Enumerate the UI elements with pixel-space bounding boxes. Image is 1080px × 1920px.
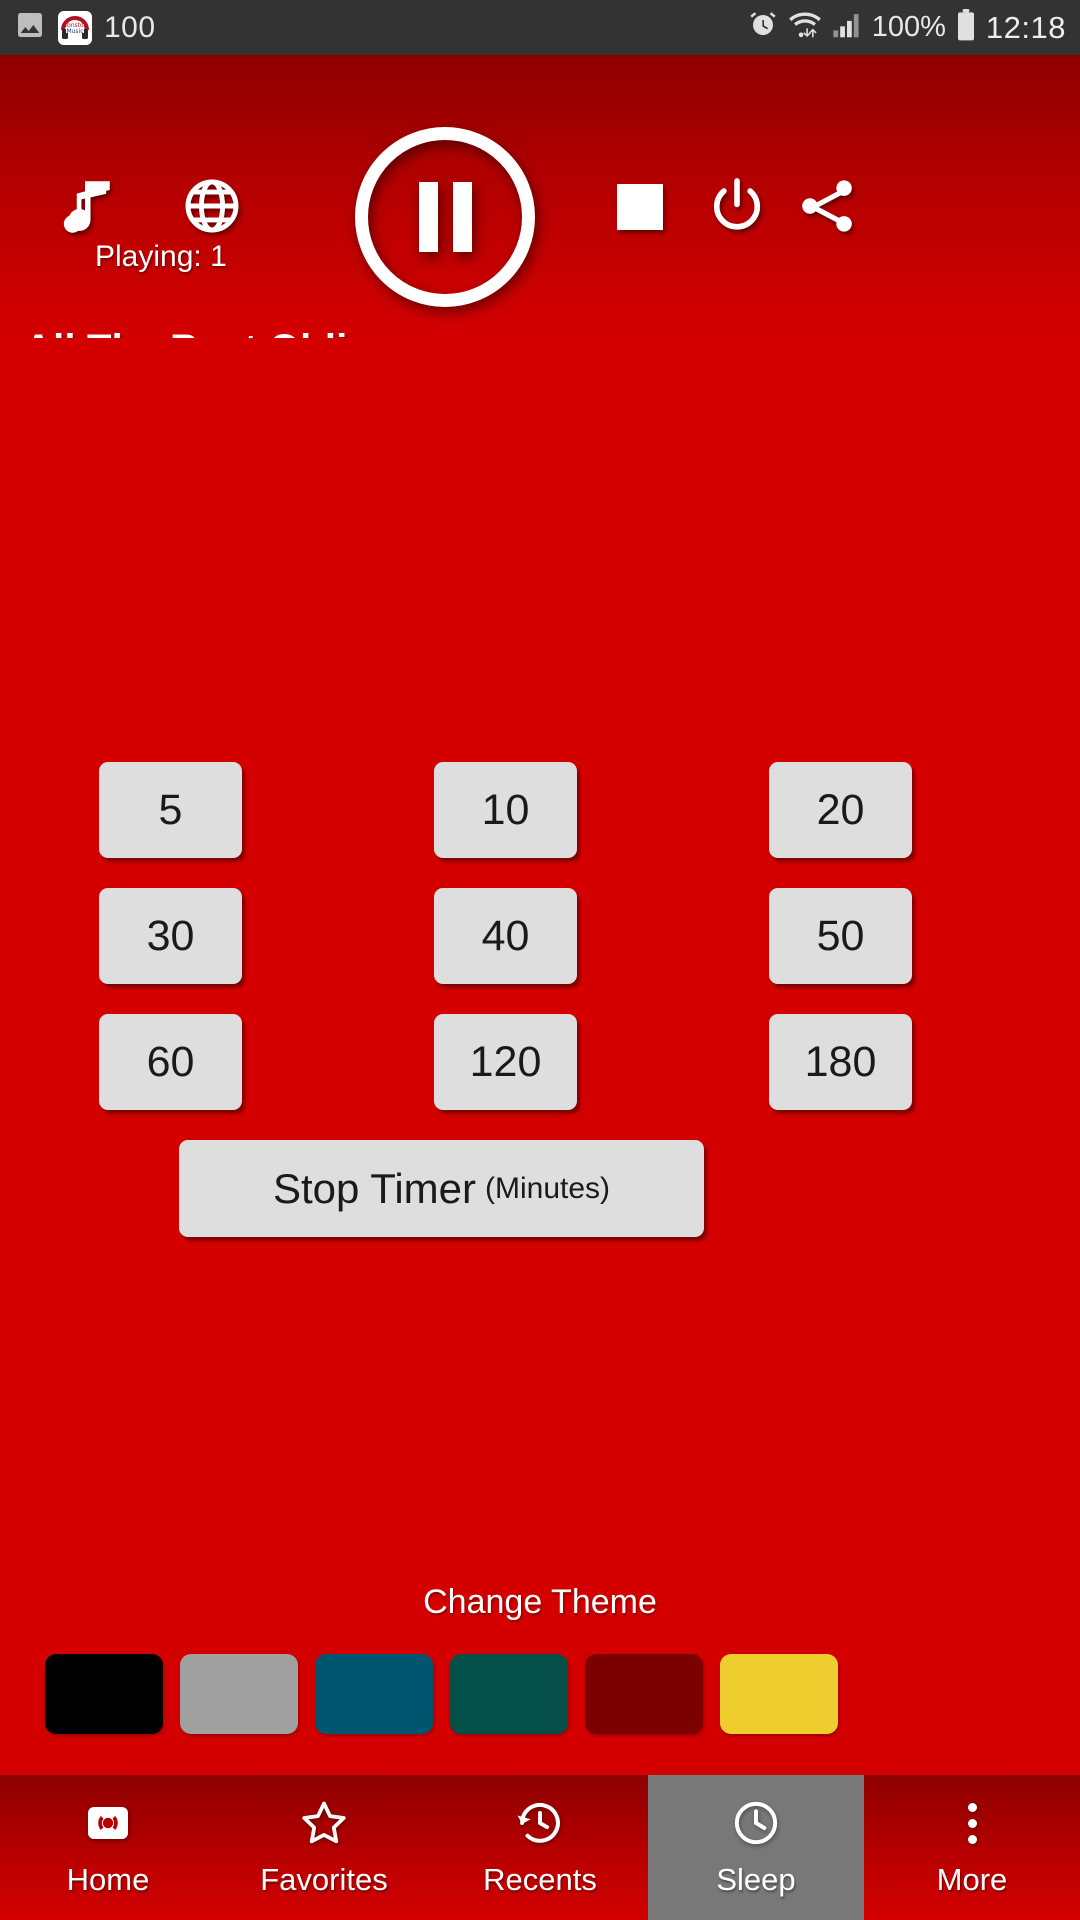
stop-timer-label: Stop Timer [272, 1164, 477, 1212]
change-theme-label: Change Theme [423, 1583, 657, 1621]
app-root: Nonstop Music 100 100% 12:18 Playing: 1 … [0, 0, 1080, 1920]
broadcast-icon [84, 1797, 132, 1849]
timer-button-60[interactable]: 60 [99, 1014, 242, 1110]
nav-item-more[interactable]: More [864, 1775, 1080, 1920]
timer-button-30[interactable]: 30 [99, 888, 242, 984]
nav-item-favorites[interactable]: Favorites [216, 1775, 432, 1920]
timer-button-5[interactable]: 5 [99, 762, 242, 858]
timer-button-20[interactable]: 20 [769, 762, 912, 858]
timer-cell: 120 [370, 1014, 641, 1140]
nav-item-recents[interactable]: Recents [432, 1775, 648, 1920]
timer-cell: 40 [370, 888, 641, 1014]
bottom-navigation: Home Favorites Recents Sleep More [0, 1775, 1080, 1920]
theme-swatch-teal-blue[interactable] [315, 1654, 433, 1734]
timer-cell: 180 [641, 1014, 912, 1140]
timer-cell: 30 [99, 888, 370, 1014]
battery-icon [956, 9, 976, 46]
pause-icon [418, 182, 472, 252]
nav-item-home[interactable]: Home [0, 1775, 216, 1920]
share-icon[interactable] [790, 169, 864, 243]
status-bar: Nonstop Music 100 100% 12:18 [0, 0, 1080, 55]
battery-percent: 100% [871, 11, 946, 43]
nonstop-music-app-icon: Nonstop Music [58, 10, 92, 45]
player-header: Playing: 1 All The Best Oldies [0, 55, 1080, 371]
theme-swatch-black[interactable] [45, 1654, 163, 1734]
power-icon[interactable] [700, 169, 774, 243]
nav-item-sleep[interactable]: Sleep [648, 1775, 864, 1920]
timer-cell: 5 [99, 762, 370, 888]
stop-timer-units-label: (Minutes) [485, 1171, 611, 1205]
nav-label-recents: Recents [483, 1862, 597, 1897]
svg-text:Music: Music [66, 28, 83, 35]
timer-cell: 50 [641, 888, 912, 1014]
status-bar-right: 100% 12:18 [748, 9, 1066, 46]
overflow-menu-icon [967, 1797, 977, 1849]
sleep-timer-screen: 5 10 20 30 40 50 60 120 180 Stop Timer (… [0, 338, 1080, 1775]
theme-swatch-dark-green[interactable] [450, 1654, 568, 1734]
nav-label-more: More [936, 1862, 1008, 1897]
nav-label-home: Home [66, 1862, 150, 1897]
player-controls [0, 163, 1080, 249]
timer-button-180[interactable]: 180 [769, 1014, 912, 1110]
image-icon [14, 9, 46, 46]
timer-cell: 60 [99, 1014, 370, 1140]
timer-button-50[interactable]: 50 [769, 888, 912, 984]
alarm-icon [748, 10, 778, 45]
theme-swatch-dark-red[interactable] [585, 1654, 703, 1734]
notification-count: 100 [104, 10, 156, 44]
stop-timer-button[interactable]: Stop Timer (Minutes) [179, 1140, 704, 1237]
star-icon [299, 1797, 349, 1849]
music-note-icon[interactable] [48, 169, 122, 243]
nav-label-sleep: Sleep [716, 1862, 796, 1897]
nav-label-favorites: Favorites [260, 1862, 388, 1897]
globe-icon[interactable] [175, 169, 249, 243]
wifi-icon [788, 10, 822, 45]
history-icon [515, 1797, 565, 1849]
timer-cell: 20 [641, 762, 912, 888]
timer-cell: 10 [370, 762, 641, 888]
timer-button-120[interactable]: 120 [434, 1014, 577, 1110]
stop-square-icon[interactable] [608, 175, 672, 239]
theme-swatch-gray[interactable] [180, 1654, 298, 1734]
playing-status: Playing: 1 [95, 240, 227, 273]
theme-swatch-row [45, 1654, 1035, 1734]
pause-button[interactable] [355, 127, 535, 307]
clock-time: 12:18 [985, 9, 1066, 45]
timer-options-grid: 5 10 20 30 40 50 60 120 180 [99, 762, 981, 1140]
timer-button-10[interactable]: 10 [434, 762, 577, 858]
clock-icon [731, 1797, 781, 1849]
timer-button-40[interactable]: 40 [434, 888, 577, 984]
theme-swatch-yellow[interactable] [720, 1654, 838, 1734]
status-bar-left: Nonstop Music 100 [14, 9, 156, 46]
signal-icon [832, 11, 862, 44]
